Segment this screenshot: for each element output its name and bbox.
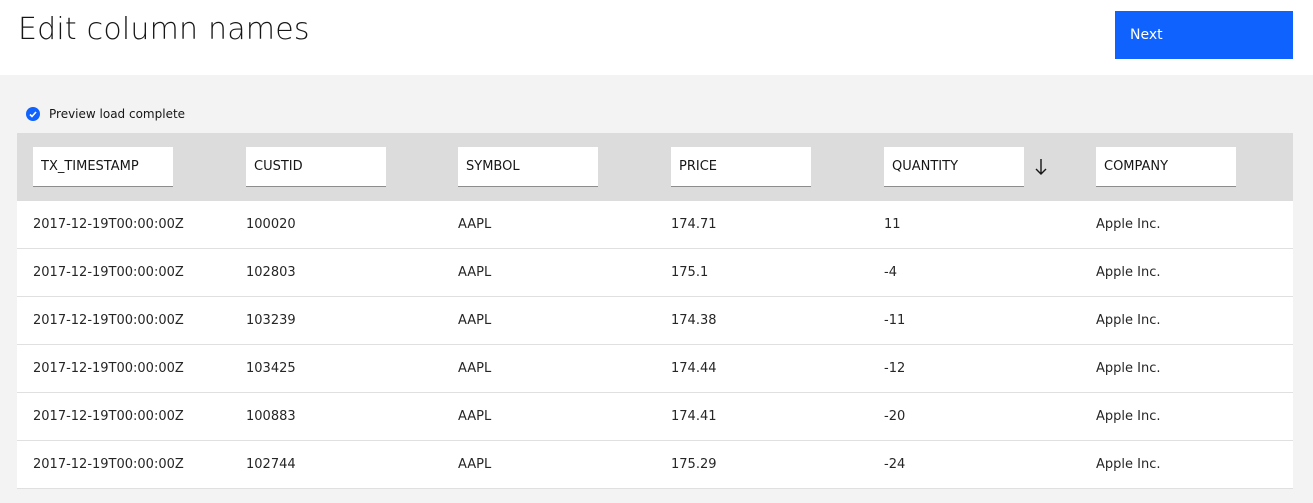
table-header [17,133,1293,201]
cell-tx-timestamp: 2017-12-19T00:00:00Z [33,313,184,328]
cell-quantity: 11 [884,217,901,232]
cell-price: 175.29 [671,457,717,472]
cell-symbol: AAPL [458,313,492,328]
cell-symbol: AAPL [458,457,492,472]
cell-quantity: -24 [884,457,906,472]
cell-custid: 100883 [246,409,296,424]
table-row: 2017-12-19T00:00:00Z 100883 AAPL 174.41 … [17,393,1293,441]
column-name-input-custid[interactable] [246,147,386,187]
table-row: 2017-12-19T00:00:00Z 100020 AAPL 174.71 … [17,201,1293,249]
cell-symbol: AAPL [458,361,492,376]
cell-quantity: -20 [884,409,906,424]
cell-symbol: AAPL [458,265,492,280]
table-row: 2017-12-19T00:00:00Z 103239 AAPL 174.38 … [17,297,1293,345]
table-row: 2017-12-19T00:00:00Z 103425 AAPL 174.44 … [17,345,1293,393]
cell-tx-timestamp: 2017-12-19T00:00:00Z [33,409,184,424]
cell-price: 174.71 [671,217,717,232]
cell-company: Apple Inc. [1096,457,1161,472]
column-name-input-tx-timestamp[interactable] [33,147,173,187]
cell-symbol: AAPL [458,409,492,424]
preview-table: 2017-12-19T00:00:00Z 100020 AAPL 174.71 … [17,133,1293,489]
cell-symbol: AAPL [458,217,492,232]
cell-company: Apple Inc. [1096,409,1161,424]
cell-company: Apple Inc. [1096,361,1161,376]
cell-custid: 103239 [246,313,296,328]
cell-price: 174.44 [671,361,717,376]
column-name-input-company[interactable] [1096,147,1236,187]
cell-quantity: -4 [884,265,897,280]
page-title: Edit column names [18,12,310,47]
next-button[interactable]: Next [1115,11,1293,59]
cell-quantity: -12 [884,361,906,376]
cell-company: Apple Inc. [1096,265,1161,280]
cell-company: Apple Inc. [1096,217,1161,232]
column-name-input-symbol[interactable] [458,147,598,187]
cell-quantity: -11 [884,313,906,328]
page-header: Edit column names Next [0,0,1313,75]
cell-tx-timestamp: 2017-12-19T00:00:00Z [33,457,184,472]
cell-price: 174.38 [671,313,717,328]
preview-status: Preview load complete [26,107,185,121]
checkmark-icon [26,107,40,121]
table-row: 2017-12-19T00:00:00Z 102803 AAPL 175.1 -… [17,249,1293,297]
cell-price: 174.41 [671,409,717,424]
status-text: Preview load complete [49,107,186,121]
cell-custid: 102744 [246,457,296,472]
cell-tx-timestamp: 2017-12-19T00:00:00Z [33,361,184,376]
column-name-input-price[interactable] [671,147,811,187]
cell-price: 175.1 [671,265,709,280]
table-row: 2017-12-19T00:00:00Z 102744 AAPL 175.29 … [17,441,1293,489]
arrow-down-icon[interactable] [1034,158,1048,176]
cell-custid: 100020 [246,217,296,232]
cell-custid: 102803 [246,265,296,280]
cell-company: Apple Inc. [1096,313,1161,328]
cell-tx-timestamp: 2017-12-19T00:00:00Z [33,265,184,280]
cell-custid: 103425 [246,361,296,376]
column-name-input-quantity[interactable] [884,147,1024,187]
cell-tx-timestamp: 2017-12-19T00:00:00Z [33,217,184,232]
